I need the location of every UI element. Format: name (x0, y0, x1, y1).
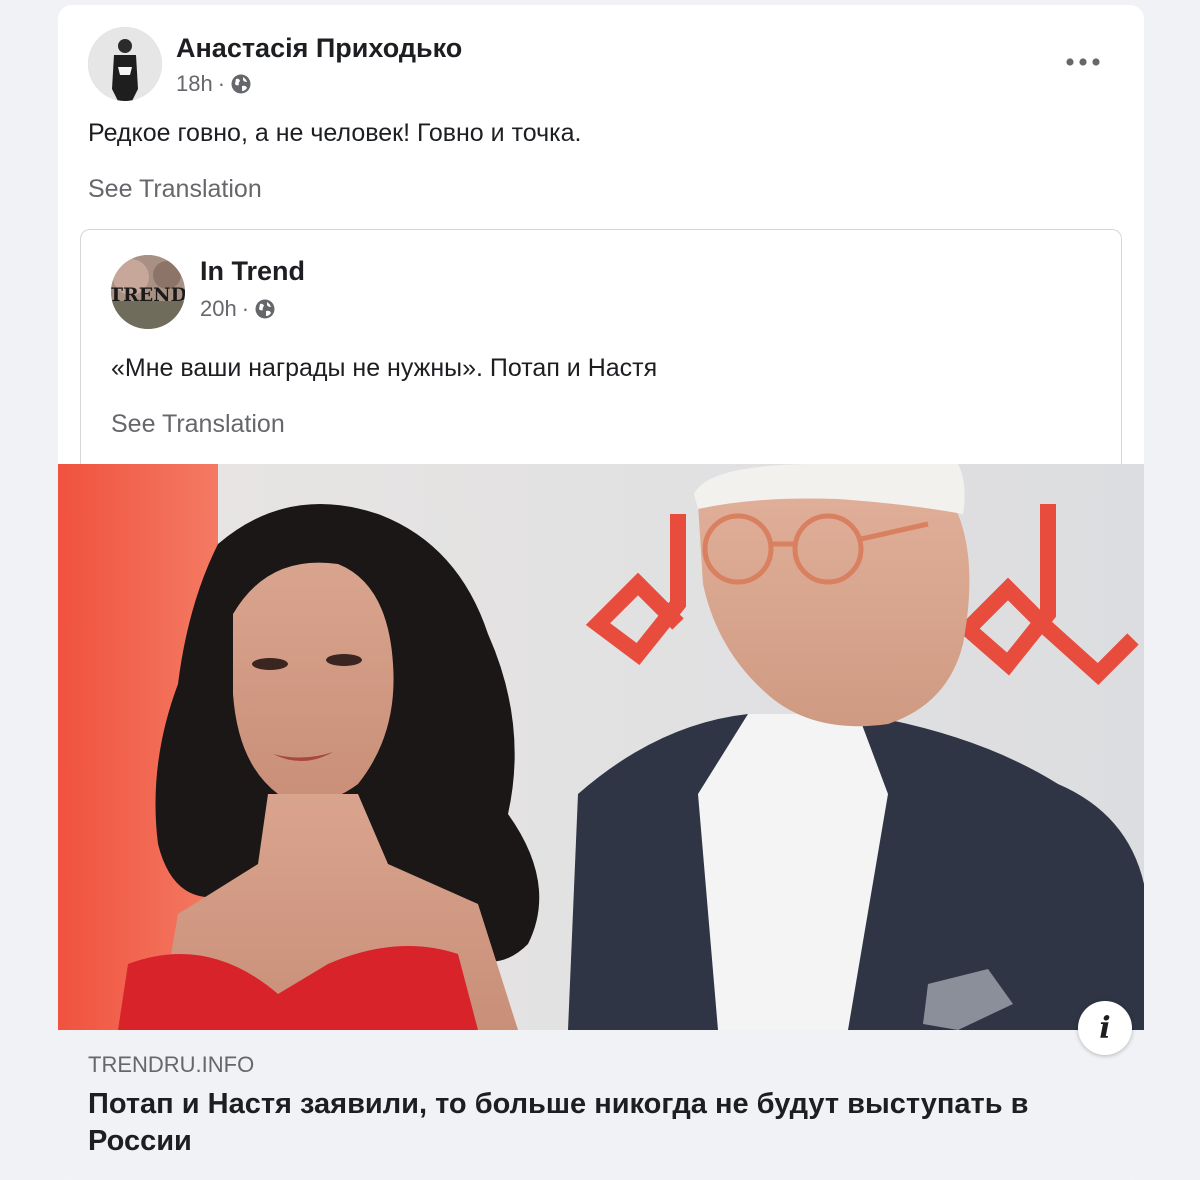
shared-post-meta: 20h · (200, 296, 276, 322)
author-avatar-image (88, 27, 162, 101)
see-translation-link[interactable]: See Translation (88, 175, 262, 204)
more-options-button[interactable] (1058, 47, 1108, 77)
post-meta: 18h · (176, 71, 252, 97)
globe-icon (230, 73, 252, 95)
post-text: Редкое говно, а не человек! Говно и точк… (88, 119, 582, 147)
post-timestamp[interactable]: 18h (176, 71, 213, 97)
post-header: Анастасія Приходько 18h · (88, 27, 1118, 103)
link-preview-footer[interactable]: TRENDRU.INFO Потап и Настя заявили, то б… (58, 1030, 1144, 1180)
globe-icon (254, 298, 276, 320)
more-horizontal-icon (1066, 58, 1100, 66)
author-name[interactable]: Анастасія Приходько (176, 33, 462, 64)
shared-author-avatar[interactable]: TREND (111, 255, 185, 329)
trend-logo-text: TREND (111, 284, 185, 306)
see-translation-link[interactable]: See Translation (111, 410, 285, 439)
shared-post-timestamp[interactable]: 20h (200, 296, 237, 322)
author-avatar[interactable] (88, 27, 162, 101)
shared-author-name[interactable]: In Trend (200, 256, 305, 287)
info-icon: i (1099, 1010, 1111, 1046)
post-card: Анастасія Приходько 18h · Редкое говно, … (58, 5, 1144, 1180)
trend-logo-icon: TREND (111, 255, 185, 329)
meta-separator: · (241, 296, 250, 321)
meta-separator: · (217, 71, 226, 96)
info-button[interactable]: i (1078, 1001, 1132, 1055)
shared-post-text: «Мне ваши награды не нужны». Потап и Нас… (111, 354, 658, 382)
link-title[interactable]: Потап и Настя заявили, то больше никогда… (88, 1086, 1088, 1160)
link-domain: TRENDRU.INFO (88, 1052, 255, 1077)
couple-photo (58, 464, 1144, 1030)
link-preview-image[interactable] (58, 464, 1144, 1030)
